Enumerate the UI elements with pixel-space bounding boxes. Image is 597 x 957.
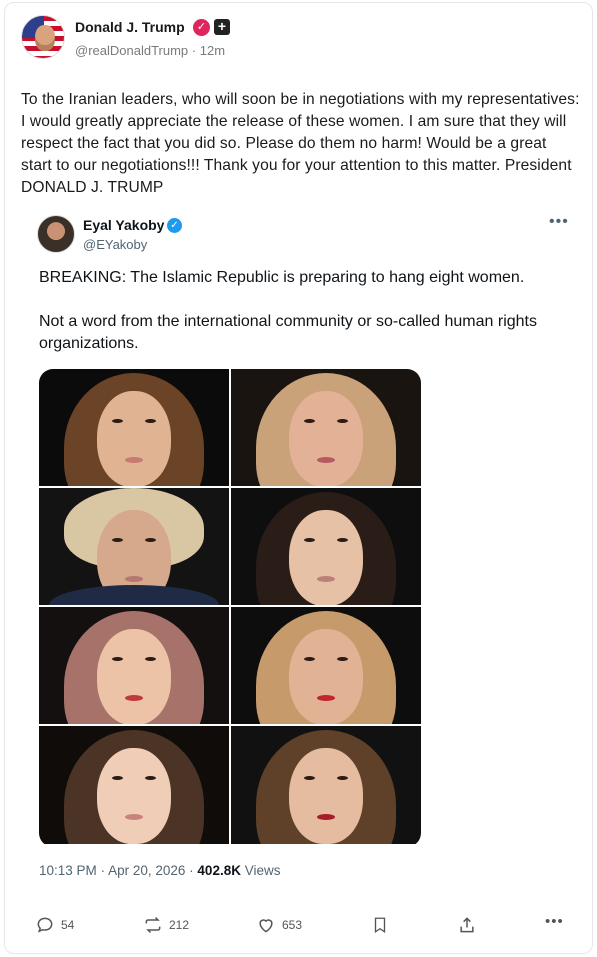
author-avatar[interactable] (21, 15, 65, 59)
reply-icon (37, 917, 53, 933)
repost-icon (145, 916, 161, 934)
quoted-paragraph: BREAKING: The Islamic Republic is prepar… (39, 269, 525, 286)
quoted-author-handle[interactable]: @EYakoby (83, 237, 147, 252)
media-grid[interactable] (39, 369, 421, 847)
quoted-author-name[interactable]: Eyal Yakoby (83, 217, 164, 233)
quoted-post-meta: 10:13 PM · Apr 20, 2026 · 402.8K Views (39, 863, 281, 878)
quoted-post-date[interactable]: Apr 20, 2026 (108, 863, 185, 878)
portrait-image[interactable] (231, 369, 421, 486)
repost-count: 212 (169, 918, 190, 932)
portrait-image[interactable] (39, 488, 229, 605)
portrait-image[interactable] (231, 488, 421, 605)
author-handle-line: @realDonaldTrump · 12m (75, 43, 225, 58)
like-button[interactable]: 653 (256, 915, 302, 935)
portrait-image[interactable] (39, 726, 229, 844)
like-count: 653 (282, 918, 303, 932)
quoted-post[interactable]: Eyal Yakoby ✓ @EYakoby ••• BREAKING: The… (19, 199, 585, 889)
more-icon[interactable]: ••• (545, 913, 564, 930)
views-count: 402.8K (197, 863, 241, 878)
like-icon (259, 919, 273, 933)
share-button[interactable] (457, 915, 477, 935)
quoted-paragraph: Not a word from the international commun… (39, 313, 537, 352)
reply-count: 54 (61, 918, 75, 932)
more-icon[interactable]: ••• (549, 213, 569, 231)
post-time[interactable]: 12m (200, 43, 225, 58)
author-display-name[interactable]: Donald J. Trump (75, 19, 185, 35)
post-card: Donald J. Trump ✓ + @realDonaldTrump · 1… (4, 2, 593, 954)
meta-separator: · (100, 863, 106, 878)
bookmark-button[interactable] (371, 915, 389, 935)
portrait-image[interactable] (231, 726, 421, 844)
portrait-image[interactable] (231, 607, 421, 724)
post-body: To the Iranian leaders, who will soon be… (21, 91, 580, 196)
reply-button[interactable]: 54 (35, 915, 74, 935)
author-handle[interactable]: @realDonaldTrump (75, 43, 188, 58)
plus-badge-icon: + (214, 19, 230, 35)
quoted-author-avatar[interactable] (37, 215, 75, 253)
views-label: Views (244, 863, 281, 878)
share-icon (460, 917, 474, 933)
meta-separator: · (191, 43, 197, 58)
quoted-post-time[interactable]: 10:13 PM (39, 863, 97, 878)
meta-separator: · (189, 863, 194, 878)
quoted-post-text: BREAKING: The Islamic Republic is prepar… (39, 267, 569, 355)
verified-badge-icon: ✓ (167, 218, 182, 233)
portrait-image[interactable] (39, 369, 229, 486)
portrait-image[interactable] (39, 607, 229, 724)
bookmark-icon (374, 917, 386, 934)
repost-button[interactable]: 212 (143, 915, 189, 935)
verified-badge-icon: ✓ (193, 19, 210, 36)
